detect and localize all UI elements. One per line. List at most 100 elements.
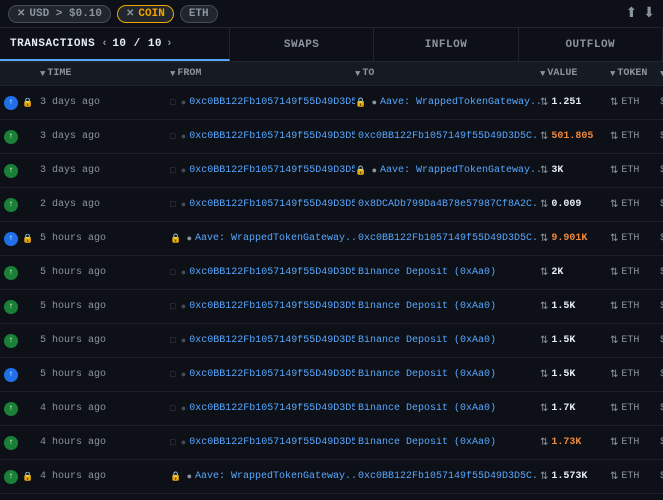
row-token: ⇅ ETH xyxy=(610,199,660,211)
row-time: 2 days ago xyxy=(40,199,170,210)
table-row[interactable]: ↑ 5 hours ago □ ● 0xc0BB122Fb1057149f55D… xyxy=(0,290,663,324)
eth-filter-pill[interactable]: ETH xyxy=(180,5,218,23)
row-to: Binance Deposit (0xAa0) xyxy=(355,403,540,414)
row-to: Binance Deposit (0xAa0) xyxy=(355,437,540,448)
row-token: ⇅ ETH xyxy=(610,97,660,109)
table-row[interactable]: ↑ 🔒 5 hours ago 🔒 ● Aave: WrappedTokenGa… xyxy=(0,222,663,256)
row-from: □ ● 0xc0BB122Fb1057149f55D49D3D5C... xyxy=(170,97,355,108)
row-to-addr[interactable]: 0xc0BB122Fb1057149f55D49D3D5C... xyxy=(358,471,540,482)
row-token: ⇅ ETH xyxy=(610,267,660,279)
table-row[interactable]: ↑ 3 days ago □ ● 0xc0BB122Fb1057149f55D4… xyxy=(0,154,663,188)
row-to-addr[interactable]: 0xc0BB122Fb1057149f55D49D3D5C... xyxy=(358,233,540,244)
row-value: ⇅ 1.5K xyxy=(540,335,610,347)
col-from[interactable]: ▼ FROM xyxy=(170,68,355,79)
prev-page-button[interactable]: ‹ xyxy=(101,38,108,50)
row-tx-icon: ↑ xyxy=(4,402,22,416)
row-value: ⇅ 1.5K xyxy=(540,301,610,313)
row-to-addr[interactable]: Aave: WrappedTokenGateway... xyxy=(380,97,540,108)
row-token-text: ETH xyxy=(621,97,639,108)
row-value-text: 9.901K xyxy=(551,233,587,244)
table-row[interactable]: ↑ 5 hours ago □ ● 0xc0BB122Fb1057149f55D… xyxy=(0,324,663,358)
row-value: ⇅ 1.573K xyxy=(540,471,610,483)
tab-outflow[interactable]: OUTFLOW xyxy=(519,28,663,61)
row-token: ⇅ ETH xyxy=(610,131,660,143)
row-from-addr[interactable]: Aave: WrappedTokenGateway... xyxy=(195,471,355,482)
row-value-text: 0.009 xyxy=(551,199,581,210)
row-value-text: 1.5K xyxy=(551,301,575,312)
row-value-text: 1.73K xyxy=(551,437,581,448)
row-from-addr[interactable]: 0xc0BB122Fb1057149f55D49D3D5C... xyxy=(189,131,355,142)
row-to: 0x8DCADb799Da4B78e57987Cf8A2C... xyxy=(355,199,540,210)
row-from: □ ● 0xc0BB122Fb1057149f55D49D3D5C... xyxy=(170,301,355,312)
row-to: Binance Deposit (0xAa0) xyxy=(355,369,540,380)
table-row[interactable]: ↑ 4 hours ago □ ● 0xc0BB122Fb1057149f55D… xyxy=(0,426,663,460)
row-to-addr[interactable]: 0xc0BB122Fb1057149f55D49D3D5C... xyxy=(358,131,540,142)
row-to-addr[interactable]: Binance Deposit (0xAa0) xyxy=(358,301,496,312)
row-from-addr[interactable]: 0xc0BB122Fb1057149f55D49D3D5C... xyxy=(189,199,355,210)
row-from-addr[interactable]: 0xc0BB122Fb1057149f55D49D3D5C... xyxy=(189,403,355,414)
col-value[interactable]: ▼ VALUE xyxy=(540,68,610,79)
value-filter-icon: ▼ xyxy=(540,69,545,79)
row-from-addr[interactable]: 0xc0BB122Fb1057149f55D49D3D5C... xyxy=(189,267,355,278)
row-tx-icon: ↑ xyxy=(4,368,22,382)
row-from-addr[interactable]: 0xc0BB122Fb1057149f55D49D3D5C... xyxy=(189,335,355,346)
download-icon[interactable]: ⬆ xyxy=(626,5,638,22)
pagination-nav: ‹ 10 / 10 › xyxy=(101,38,173,50)
row-token-text: ETH xyxy=(621,403,639,414)
row-tx-icon: ↑ xyxy=(4,164,22,178)
usd-filter-pill[interactable]: ✕ USD > $0.10 xyxy=(8,5,111,23)
row-to-addr[interactable]: Aave: WrappedTokenGateway... xyxy=(380,165,540,176)
table-row[interactable]: ↑ 2 days ago □ ● 0xc0BB122Fb1057149f55D4… xyxy=(0,188,663,222)
row-from-addr[interactable]: 0xc0BB122Fb1057149f55D49D3D5C... xyxy=(189,97,355,108)
table-row[interactable]: ↑ 🔒 4 hours ago 🔒 ● Aave: WrappedTokenGa… xyxy=(0,460,663,494)
row-from: □ ● 0xc0BB122Fb1057149f55D49D3D5C... xyxy=(170,437,355,448)
eth-pill-label: ETH xyxy=(189,8,209,20)
coin-filter-pill[interactable]: ✕ COIN xyxy=(117,5,174,23)
transactions-label: TRANSACTIONS xyxy=(10,38,95,50)
row-from-addr[interactable]: Aave: WrappedTokenGateway... xyxy=(195,233,355,244)
row-token-text: ETH xyxy=(621,471,639,482)
table-row[interactable]: ↑ 5 hours ago □ ● 0xc0BB122Fb1057149f55D… xyxy=(0,256,663,290)
tab-inflow[interactable]: INFLOW xyxy=(374,28,518,61)
table-row[interactable]: ↑ 3 days ago □ ● 0xc0BB122Fb1057149f55D4… xyxy=(0,120,663,154)
row-value: ⇅ 501.805 xyxy=(540,131,610,143)
row-to-addr[interactable]: Binance Deposit (0xAa0) xyxy=(358,403,496,414)
row-lock-icon: 🔒 xyxy=(22,234,40,244)
row-to-addr[interactable]: Binance Deposit (0xAa0) xyxy=(358,437,496,448)
row-token-text: ETH xyxy=(621,131,639,142)
col-token[interactable]: ▼ TOKEN xyxy=(610,68,660,79)
row-from-addr[interactable]: 0xc0BB122Fb1057149f55D49D3D5C... xyxy=(189,369,355,380)
row-from-addr[interactable]: 0xc0BB122Fb1057149f55D49D3D5C... xyxy=(189,165,355,176)
next-page-button[interactable]: › xyxy=(166,38,173,50)
row-to-addr[interactable]: Binance Deposit (0xAa0) xyxy=(358,335,496,346)
tab-swaps[interactable]: SWAPS xyxy=(230,28,374,61)
row-from-addr[interactable]: 0xc0BB122Fb1057149f55D49D3D5C... xyxy=(189,301,355,312)
row-to-addr[interactable]: 0x8DCADb799Da4B78e57987Cf8A2C... xyxy=(358,199,540,210)
row-to: 🔒 ● Aave: WrappedTokenGateway... xyxy=(355,97,540,108)
col-time[interactable]: ▼ TIME xyxy=(40,68,170,79)
row-time: 3 days ago xyxy=(40,97,170,108)
row-to-addr[interactable]: Binance Deposit (0xAa0) xyxy=(358,267,496,278)
row-lock-icon: 🔒 xyxy=(22,98,40,108)
tab-transactions[interactable]: TRANSACTIONS ‹ 10 / 10 › xyxy=(0,28,230,61)
row-from: 🔒 ● Aave: WrappedTokenGateway... xyxy=(170,233,355,244)
table-row[interactable]: ↑ 4 hours ago □ ● 0xc0BB122Fb1057149f55D… xyxy=(0,494,663,500)
coin-close-icon[interactable]: ✕ xyxy=(126,8,134,20)
coin-pill-label: COIN xyxy=(138,8,164,20)
usd-close-icon[interactable]: ✕ xyxy=(17,8,25,20)
col-to[interactable]: ▼ TO xyxy=(355,68,540,79)
table-row[interactable]: ↑ 🔒 3 days ago □ ● 0xc0BB122Fb1057149f55… xyxy=(0,86,663,120)
table-row[interactable]: ↑ 5 hours ago □ ● 0xc0BB122Fb1057149f55D… xyxy=(0,358,663,392)
row-token: ⇅ ETH xyxy=(610,403,660,415)
row-time: 5 hours ago xyxy=(40,369,170,380)
row-to: 0xc0BB122Fb1057149f55D49D3D5C... xyxy=(355,233,540,244)
row-lock-icon: 🔒 xyxy=(22,472,40,482)
table-row[interactable]: ↑ 4 hours ago □ ● 0xc0BB122Fb1057149f55D… xyxy=(0,392,663,426)
row-time: 5 hours ago xyxy=(40,335,170,346)
row-to: 0xc0BB122Fb1057149f55D49D3D5C... xyxy=(355,471,540,482)
row-token: ⇅ ETH xyxy=(610,471,660,483)
row-from-addr[interactable]: 0xc0BB122Fb1057149f55D49D3D5C... xyxy=(189,437,355,448)
row-to-addr[interactable]: Binance Deposit (0xAa0) xyxy=(358,369,496,380)
row-value: ⇅ 3K xyxy=(540,165,610,177)
export-icon[interactable]: ⬇ xyxy=(643,5,655,22)
